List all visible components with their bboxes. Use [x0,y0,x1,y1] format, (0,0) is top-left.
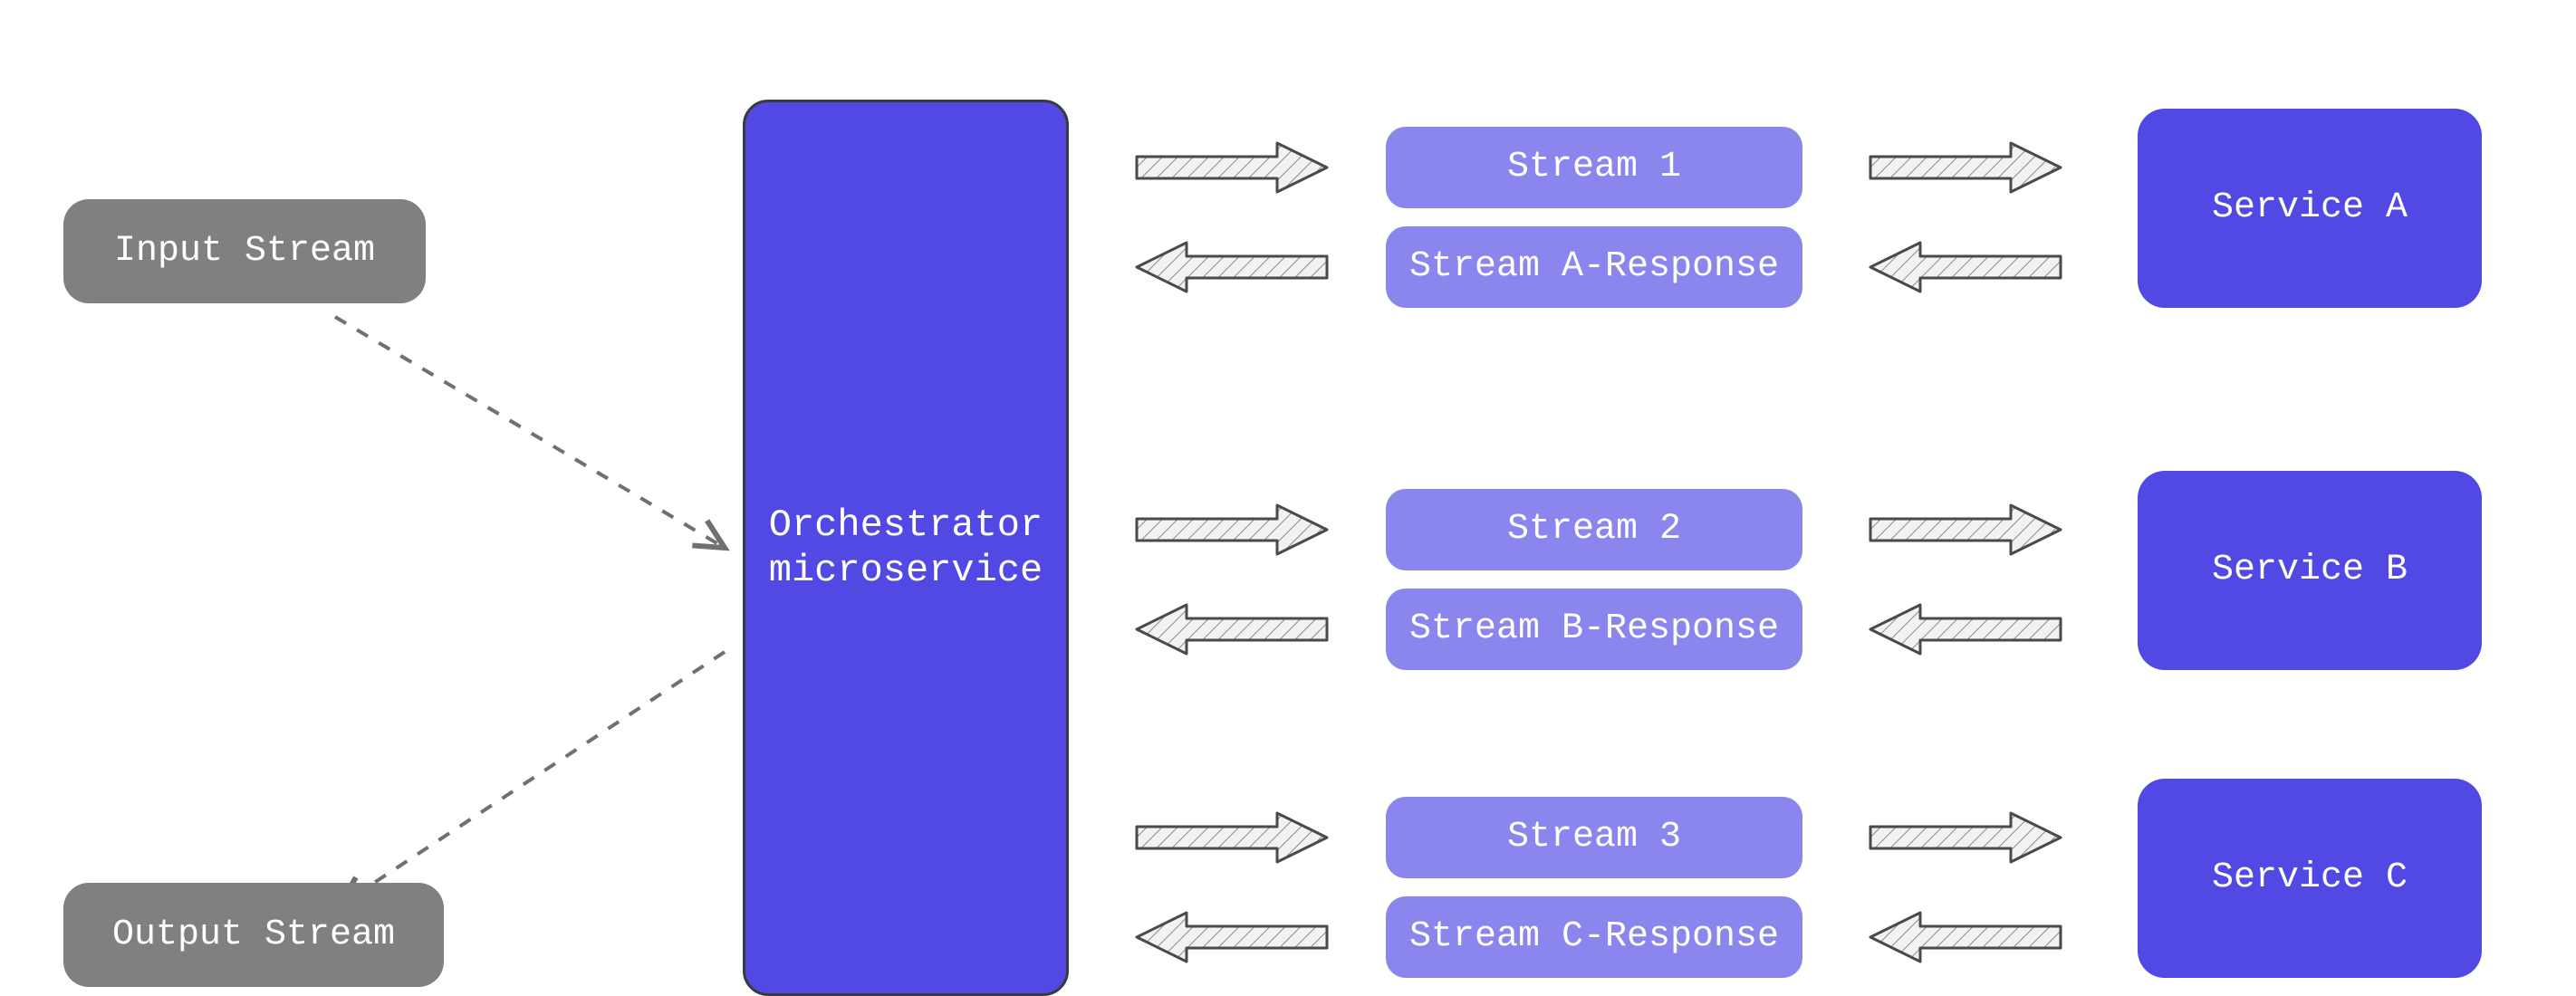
stream-a-response-box: Stream A-Response [1386,226,1802,308]
stream-b-response-box: Stream B-Response [1386,589,1802,670]
arrow-left-icon [1137,913,1327,962]
stream-c-response-box: Stream C-Response [1386,896,1802,978]
service-c-box: Service C [2138,779,2482,978]
stream-3-label: Stream 3 [1507,816,1681,859]
service-b-label: Service B [2212,549,2408,592]
stream-2-box: Stream 2 [1386,489,1802,570]
arrow-right-icon [1870,143,2061,192]
service-c-label: Service C [2212,857,2408,900]
arrow-left-icon [1870,605,2061,654]
arrow-left-icon [1137,243,1327,292]
stream-b-response-label: Stream B-Response [1409,608,1779,651]
arrow-right-icon [1870,505,2061,554]
stream-a-response-label: Stream A-Response [1409,245,1779,289]
output-stream-box: Output Stream [63,883,444,987]
stream-2-label: Stream 2 [1507,508,1681,551]
arrow-right-icon [1137,505,1327,554]
service-a-label: Service A [2212,187,2408,230]
arrow-left-icon [1137,605,1327,654]
arrow-left-icon [1870,243,2061,292]
orchestrator-box: Orchestrator microservice [743,100,1069,996]
stream-1-box: Stream 1 [1386,127,1802,208]
input-stream-label: Input Stream [114,230,375,273]
stream-1-label: Stream 1 [1507,146,1681,189]
arrow-right-icon [1137,143,1327,192]
input-stream-box: Input Stream [63,199,426,303]
arrow-right-icon [1137,813,1327,862]
diagram-stage: Input Stream Output Stream Orchestrator … [0,0,2576,991]
service-b-box: Service B [2138,471,2482,670]
stream-3-box: Stream 3 [1386,797,1802,878]
output-stream-label: Output Stream [112,914,395,957]
stream-c-response-label: Stream C-Response [1409,915,1779,959]
arrow-right-icon [1870,813,2061,862]
orchestrator-label: Orchestrator microservice [769,503,1043,594]
service-a-box: Service A [2138,109,2482,308]
arrow-left-icon [1870,913,2061,962]
